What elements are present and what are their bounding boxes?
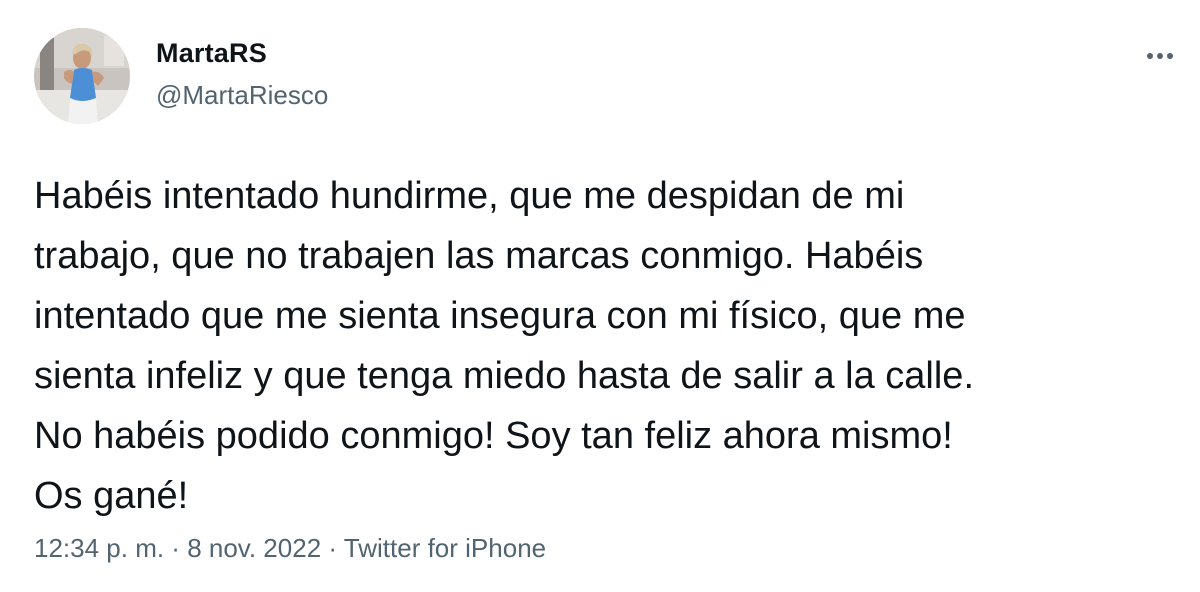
- meta-separator: ·: [321, 533, 344, 563]
- tweet-time[interactable]: 12:34 p. m.: [34, 533, 164, 563]
- tweet-source[interactable]: Twitter for iPhone: [344, 533, 546, 563]
- user-handle[interactable]: @MartaRiesco: [156, 80, 328, 111]
- meta-separator: ·: [164, 533, 188, 563]
- avatar[interactable]: [34, 28, 130, 124]
- tweet-text: Habéis intentado hundirme, que me despid…: [34, 175, 974, 517]
- tweet-metadata: 12:34 p. m. · 8 nov. 2022 · Twitter for …: [34, 533, 546, 564]
- display-name[interactable]: MartaRS: [156, 38, 267, 69]
- more-horizontal-icon: [1147, 53, 1173, 59]
- more-options-button[interactable]: [1140, 36, 1180, 76]
- tweet-date[interactable]: 8 nov. 2022: [187, 533, 321, 563]
- tweet-card: MartaRS @MartaRiesco Habéis intentado hu…: [0, 0, 1200, 592]
- profile-photo-icon: [34, 28, 130, 124]
